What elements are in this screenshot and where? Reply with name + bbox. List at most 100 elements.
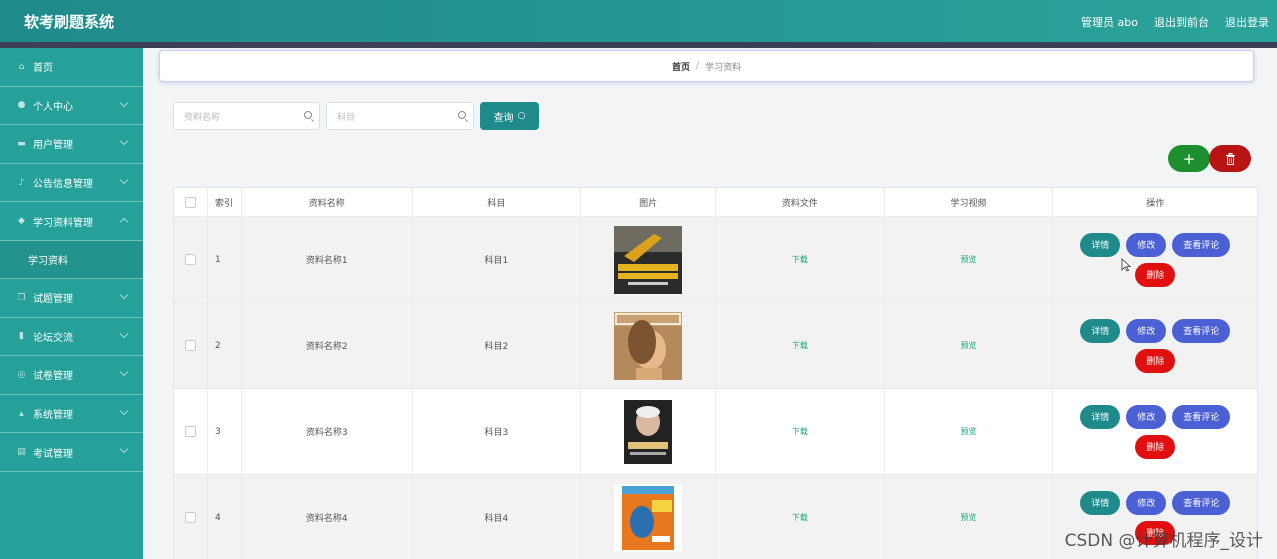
- sidebar-item-home[interactable]: ⌂ 首页: [0, 48, 143, 87]
- settings-icon: ▴: [19, 408, 24, 419]
- row-checkbox[interactable]: [184, 340, 196, 351]
- chevron-up-icon: [119, 218, 129, 227]
- preview-link[interactable]: 预览: [961, 426, 977, 437]
- sidebar-item-users[interactable]: ▬ 用户管理: [0, 125, 143, 164]
- chevron-down-icon: [119, 290, 129, 300]
- sidebar-item-label: 公告信息管理: [33, 179, 93, 191]
- edit-button[interactable]: 修改: [1126, 404, 1167, 429]
- column-header: 操作: [1146, 198, 1165, 209]
- mouse-cursor-icon: [1121, 258, 1131, 272]
- sidebar-item-label: 试题管理: [33, 294, 73, 306]
- app-title: 软考刷题系统: [24, 13, 115, 31]
- preview-link[interactable]: 预览: [961, 254, 977, 265]
- detail-button[interactable]: 详情: [1080, 318, 1121, 343]
- view-comments-button[interactable]: 查看评论: [1172, 232, 1231, 257]
- image-cell: [581, 303, 717, 388]
- sidebar-item-system[interactable]: ▴ 系统管理: [0, 395, 143, 434]
- query-button-label: 查询: [493, 112, 514, 124]
- row-checkbox[interactable]: [184, 512, 196, 523]
- row-checkbox[interactable]: [184, 254, 196, 265]
- detail-button[interactable]: 详情: [1080, 232, 1121, 257]
- column-header: 图片: [581, 188, 717, 216]
- subject-placeholder: 科目: [337, 112, 356, 123]
- video-cell: 预览: [885, 303, 1054, 388]
- download-link[interactable]: 下载: [792, 254, 808, 265]
- subject-cell: 科目2: [413, 303, 582, 388]
- edit-button[interactable]: 修改: [1126, 232, 1167, 257]
- table-row: 1 资料名称1 科目1 下载 预览 详情 修改 查看评论 删除: [174, 217, 1257, 303]
- sidebar-item-materials[interactable]: ◆ 学习资料管理: [0, 202, 143, 241]
- video-cell: 预览: [885, 475, 1054, 559]
- frontend-link[interactable]: 退出到前台: [1154, 14, 1209, 30]
- delete-button[interactable]: 删除: [1135, 262, 1176, 287]
- watermark: CSDN @计算机程序_设计: [1064, 531, 1263, 551]
- sidebar-item-forum[interactable]: ▮ 论坛交流: [0, 318, 143, 357]
- copy-icon: ❐: [17, 292, 26, 303]
- sidebar-item-papers[interactable]: ◎ 试卷管理: [0, 356, 143, 395]
- chevron-down-icon: [119, 329, 129, 338]
- subject-search-input[interactable]: 科目: [326, 102, 474, 130]
- exam-icon: ▤: [17, 447, 26, 458]
- sidebar-item-exams[interactable]: ▤ 考试管理: [0, 433, 143, 472]
- row-checkbox-cell: [174, 475, 208, 559]
- subject-cell: 科目4: [413, 475, 582, 559]
- index-cell: 3: [208, 389, 242, 474]
- detail-button[interactable]: 详情: [1080, 404, 1121, 429]
- edit-button[interactable]: 修改: [1126, 490, 1167, 515]
- actions-cell: 详情 修改 查看评论 删除: [1053, 217, 1257, 302]
- materials-table: 索引 资料名称 科目 图片 资料文件 学习视频 操作 1 资料名称1 科目1 下…: [173, 187, 1258, 559]
- image-cell: [581, 475, 717, 559]
- sidebar-item-notices[interactable]: ♪ 公告信息管理: [0, 164, 143, 203]
- add-button[interactable]: +: [1168, 145, 1210, 172]
- name-cell: 资料名称1: [242, 217, 413, 302]
- view-comments-button[interactable]: 查看评论: [1172, 490, 1231, 515]
- column-header: 资料名称: [242, 188, 413, 216]
- breadcrumb-home[interactable]: 首页: [672, 60, 690, 73]
- material-name-search-input[interactable]: 资料名称: [173, 102, 320, 130]
- sidebar-item-questions[interactable]: ❐ 试题管理: [0, 279, 143, 318]
- mic-icon: ♪: [18, 177, 25, 188]
- breadcrumb: 首页 / 学习资料: [159, 50, 1254, 82]
- chevron-down-icon: [119, 445, 129, 454]
- delete-button[interactable]: 删除: [1135, 348, 1176, 373]
- view-comments-button[interactable]: 查看评论: [1172, 318, 1231, 343]
- sidebar-item-label: 首页: [33, 63, 53, 75]
- sidebar-item-profile[interactable]: ● 个人中心: [0, 87, 143, 126]
- preview-link[interactable]: 预览: [961, 340, 977, 351]
- material-name-placeholder: 资料名称: [184, 112, 221, 123]
- main-content: 首页 / 学习资料 资料名称 科目 查询 ○ + 索引 资料名称 科目 图片 资…: [143, 48, 1277, 559]
- download-link[interactable]: 下载: [792, 426, 808, 437]
- logout-link[interactable]: 退出登录: [1225, 14, 1269, 30]
- batch-delete-button[interactable]: [1209, 145, 1251, 172]
- column-header: 学习视频: [885, 188, 1054, 216]
- trash-icon: [1225, 152, 1235, 165]
- column-header: 资料文件: [716, 188, 885, 216]
- user-icon: ●: [17, 100, 26, 111]
- query-button[interactable]: 查询 ○: [480, 102, 539, 130]
- header-actions: 管理员 abo 退出到前台 退出登录: [1081, 14, 1269, 30]
- sidebar-item-label: 论坛交流: [33, 332, 73, 344]
- actions-cell: 详情 修改 查看评论 删除: [1053, 389, 1257, 474]
- download-link[interactable]: 下载: [792, 340, 808, 351]
- sidebar-subitem-materials[interactable]: 学习资料: [0, 240, 143, 279]
- download-link[interactable]: 下载: [792, 512, 808, 523]
- actions-cell: 详情 修改 查看评论 删除: [1053, 303, 1257, 388]
- image-cell: [581, 217, 717, 302]
- subject-cell: 科目1: [413, 217, 582, 302]
- sidebar-item-label: 个人中心: [33, 101, 73, 113]
- preview-link[interactable]: 预览: [961, 512, 977, 523]
- detail-button[interactable]: 详情: [1080, 490, 1121, 515]
- file-cell: 下载: [716, 303, 885, 388]
- cover-image: [614, 483, 683, 552]
- view-comments-button[interactable]: 查看评论: [1172, 404, 1231, 429]
- column-header: 索引: [208, 188, 242, 216]
- chevron-down-icon: [119, 367, 129, 377]
- name-cell: 资料名称2: [242, 303, 413, 388]
- select-all-checkbox[interactable]: [184, 196, 196, 208]
- video-cell: 预览: [885, 217, 1054, 302]
- delete-button[interactable]: 删除: [1135, 434, 1176, 459]
- index-cell: 2: [208, 303, 242, 388]
- row-checkbox[interactable]: [184, 426, 196, 437]
- table-row: 3 资料名称3 科目3 下载 预览 详情 修改 查看评论 删除: [174, 389, 1257, 475]
- edit-button[interactable]: 修改: [1126, 318, 1167, 343]
